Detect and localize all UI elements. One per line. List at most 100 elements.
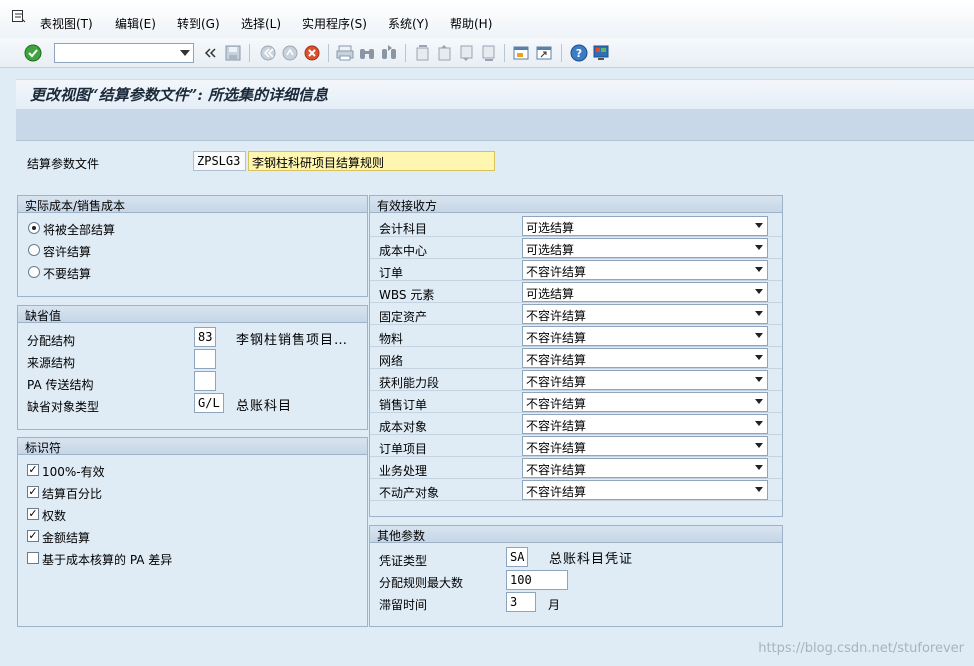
- chevron-down-icon[interactable]: [755, 377, 763, 382]
- allocation-structure-field[interactable]: 83: [194, 327, 216, 347]
- receiver-dropdown-value: 不容许结算: [526, 419, 587, 433]
- previous-page-icon[interactable]: [435, 44, 453, 62]
- receiver-label: 获利能力段: [379, 376, 440, 390]
- chevron-down-icon[interactable]: [755, 223, 763, 228]
- max-distribution-rules-field[interactable]: 100: [506, 570, 568, 590]
- checkbox-box[interactable]: [27, 552, 39, 564]
- receiver-label: 网络: [379, 354, 404, 368]
- residence-time-label: 滞留时间: [379, 598, 428, 612]
- double-chevron-left-icon[interactable]: [203, 44, 217, 62]
- receiver-label: 订单: [379, 266, 404, 280]
- back-icon[interactable]: [259, 44, 277, 62]
- chevron-down-icon[interactable]: [755, 289, 763, 294]
- receiver-dropdown-value: 不容许结算: [526, 309, 587, 323]
- first-page-icon[interactable]: [413, 44, 431, 62]
- radio-dot[interactable]: [28, 266, 40, 278]
- receiver-dropdown[interactable]: 不容许结算: [522, 392, 768, 412]
- default-object-type-field[interactable]: G/L: [194, 393, 224, 413]
- chevron-down-icon[interactable]: [755, 311, 763, 316]
- menu-goto[interactable]: 转到(G): [177, 15, 220, 32]
- max-distribution-rules-label: 分配规则最大数: [379, 576, 464, 590]
- source-structure-field[interactable]: [194, 349, 216, 369]
- other-parameters-group: 其他参数 凭证类型 SA 总账科目凭证 分配规则最大数 100 滞留时间 3 月: [369, 525, 783, 627]
- receiver-dropdown-value: 可选结算: [526, 287, 575, 301]
- chevron-down-icon[interactable]: [755, 355, 763, 360]
- settlement-profile-code-field: ZPSLG3: [193, 151, 246, 171]
- menu-edit[interactable]: 编辑(E): [115, 15, 156, 32]
- menu-selection[interactable]: 选择(L): [241, 15, 281, 32]
- receiver-dropdown[interactable]: 不容许结算: [522, 436, 768, 456]
- receiver-dropdown-value: 不容许结算: [526, 441, 587, 455]
- receiver-dropdown[interactable]: 可选结算: [522, 216, 768, 236]
- chevron-down-icon[interactable]: [755, 421, 763, 426]
- menu-utilities[interactable]: 实用程序(S): [302, 15, 367, 32]
- receiver-row: 网络 不容许结算: [370, 347, 782, 369]
- receiver-label: WBS 元素: [379, 288, 435, 302]
- checkbox-box[interactable]: ✓: [27, 530, 39, 542]
- receiver-row: WBS 元素 可选结算: [370, 281, 782, 303]
- find-next-icon[interactable]: [380, 44, 398, 62]
- exit-icon[interactable]: [281, 44, 299, 62]
- shortcut-icon[interactable]: [535, 44, 553, 62]
- group-title: 其他参数: [370, 526, 782, 543]
- default-object-type-label: 缺省对象类型: [27, 400, 100, 414]
- default-values-group: 缺省值 分配结构 83 李钢柱销售项目… 来源结构 PA 传送结构 缺省对象类型…: [17, 305, 368, 430]
- group-title: 缺省值: [18, 306, 367, 323]
- receiver-dropdown[interactable]: 可选结算: [522, 238, 768, 258]
- find-icon[interactable]: [358, 44, 376, 62]
- receiver-label: 订单项目: [379, 442, 428, 456]
- cancel-icon[interactable]: [303, 44, 321, 62]
- receiver-row: 订单 不容许结算: [370, 259, 782, 281]
- chevron-down-icon[interactable]: [755, 443, 763, 448]
- receiver-dropdown[interactable]: 不容许结算: [522, 304, 768, 324]
- checkbox-box[interactable]: ✓: [27, 486, 39, 498]
- next-page-icon[interactable]: [457, 44, 475, 62]
- receiver-dropdown[interactable]: 不容许结算: [522, 458, 768, 478]
- save-icon[interactable]: [224, 44, 242, 62]
- chevron-down-icon[interactable]: [755, 245, 763, 250]
- help-icon[interactable]: ?: [570, 44, 588, 62]
- receiver-dropdown[interactable]: 不容许结算: [522, 326, 768, 346]
- pa-transfer-structure-field[interactable]: [194, 371, 216, 391]
- checkbox-box[interactable]: ✓: [27, 508, 39, 520]
- receiver-dropdown[interactable]: 可选结算: [522, 282, 768, 302]
- receiver-row: 销售订单 不容许结算: [370, 391, 782, 413]
- checkbox-box[interactable]: ✓: [27, 464, 39, 476]
- receiver-dropdown-value: 不容许结算: [526, 485, 587, 499]
- radio-dot[interactable]: [28, 244, 40, 256]
- last-page-icon[interactable]: [479, 44, 497, 62]
- new-session-icon[interactable]: [512, 44, 530, 62]
- print-icon[interactable]: [336, 44, 354, 62]
- receiver-dropdown-value: 不容许结算: [526, 375, 587, 389]
- settlement-profile-description-field[interactable]: 李钢柱科研项目结算规则: [248, 151, 495, 171]
- receiver-label: 会计科目: [379, 222, 428, 236]
- menu-system[interactable]: 系统(Y): [388, 15, 429, 32]
- menu-help[interactable]: 帮助(H): [450, 15, 492, 32]
- receiver-dropdown[interactable]: 不容许结算: [522, 370, 768, 390]
- command-field[interactable]: [54, 43, 194, 63]
- chevron-down-icon[interactable]: [755, 333, 763, 338]
- receiver-label: 不动产对象: [379, 486, 440, 500]
- checkbox-label: 金额结算: [42, 531, 91, 545]
- receiver-dropdown[interactable]: 不容许结算: [522, 414, 768, 434]
- document-type-label: 凭证类型: [379, 554, 428, 568]
- system-menu-icon[interactable]: [12, 10, 26, 23]
- checkbox-label: 结算百分比: [42, 487, 103, 501]
- group-title: 有效接收方: [370, 196, 782, 213]
- receiver-dropdown[interactable]: 不容许结算: [522, 260, 768, 280]
- chevron-down-icon[interactable]: [755, 267, 763, 272]
- radio-dot[interactable]: [28, 222, 40, 234]
- chevron-down-icon[interactable]: [755, 487, 763, 492]
- enter-check-icon[interactable]: [24, 44, 42, 62]
- layout-menu-icon[interactable]: [592, 44, 610, 62]
- allocation-structure-description: 李钢柱销售项目…: [236, 333, 349, 348]
- receiver-row: 业务处理 不容许结算: [370, 457, 782, 479]
- chevron-down-icon[interactable]: [180, 50, 190, 56]
- receiver-dropdown[interactable]: 不容许结算: [522, 480, 768, 500]
- chevron-down-icon[interactable]: [755, 399, 763, 404]
- residence-time-field[interactable]: 3: [506, 592, 536, 612]
- document-type-field[interactable]: SA: [506, 547, 528, 567]
- menu-table-view[interactable]: 表视图(T): [40, 15, 93, 32]
- chevron-down-icon[interactable]: [755, 465, 763, 470]
- receiver-dropdown[interactable]: 不容许结算: [522, 348, 768, 368]
